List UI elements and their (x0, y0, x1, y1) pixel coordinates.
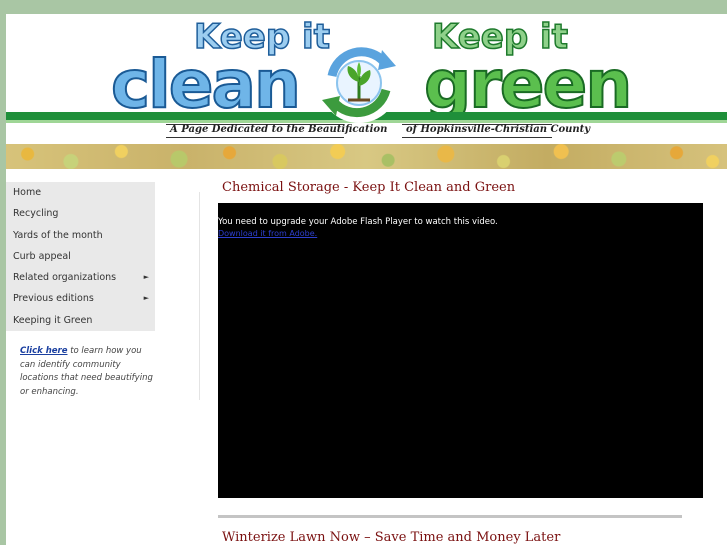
sidebar-item-label: Related organizations (13, 272, 117, 284)
post-title-chemical-storage[interactable]: Chemical Storage - Keep It Clean and Gre… (222, 180, 515, 195)
sidebar-item-curb-appeal[interactable]: Curb appeal (6, 246, 155, 267)
sidebar-item-previous-editions[interactable]: Previous editions ► (6, 288, 155, 309)
click-here-link[interactable]: Click here (20, 346, 68, 356)
autumn-leaves-strip (6, 144, 727, 169)
sidebar-item-home[interactable]: Home (6, 182, 155, 203)
sidebar-item-label: Keeping it Green (13, 314, 93, 326)
sidebar-item-keeping-it-green[interactable]: Keeping it Green (6, 310, 155, 331)
tagline-left: A Page Dedicated to the Beautification (170, 124, 388, 135)
sidebar-item-yards-of-the-month[interactable]: Yards of the month (6, 225, 155, 246)
banner-green-word: green (423, 46, 633, 123)
page: Keep it Keep it clean green A Page Dedic… (6, 14, 727, 545)
post-separator (218, 515, 682, 518)
sidebar-item-recycling[interactable]: Recycling (6, 203, 155, 224)
sidebar: Home Recycling Yards of the month Curb a… (6, 182, 155, 399)
site-banner[interactable]: Keep it Keep it clean green A Page Dedic… (6, 14, 727, 140)
sidebar-item-related-organizations[interactable]: Related organizations ► (6, 267, 155, 288)
post-title-winterize-lawn[interactable]: Winterize Lawn Now – Save Time and Money… (222, 530, 560, 545)
tagline-right: of Hopkinsville-Christian County (406, 124, 591, 135)
sidebar-item-label: Previous editions (13, 293, 94, 305)
banner-clean-word: clean (110, 46, 302, 123)
flash-upgrade-message: You need to upgrade your Adobe Flash Pla… (218, 217, 498, 227)
column-divider (199, 192, 200, 400)
sidebar-note: Click here to learn how you can identify… (20, 345, 156, 399)
sidebar-item-label: Recycling (13, 208, 59, 220)
sidebar-item-label: Curb appeal (13, 250, 71, 262)
sidebar-item-label: Home (13, 187, 42, 198)
sidebar-item-label: Yards of the month (13, 229, 103, 241)
recycle-sprout-icon (319, 43, 399, 123)
submenu-arrow-icon: ► (143, 294, 149, 303)
submenu-arrow-icon: ► (143, 273, 149, 282)
download-flash-link[interactable]: Download it from Adobe. (218, 229, 317, 238)
sidebar-menu: Home Recycling Yards of the month Curb a… (6, 182, 155, 332)
video-player[interactable]: You need to upgrade your Adobe Flash Pla… (218, 203, 703, 498)
